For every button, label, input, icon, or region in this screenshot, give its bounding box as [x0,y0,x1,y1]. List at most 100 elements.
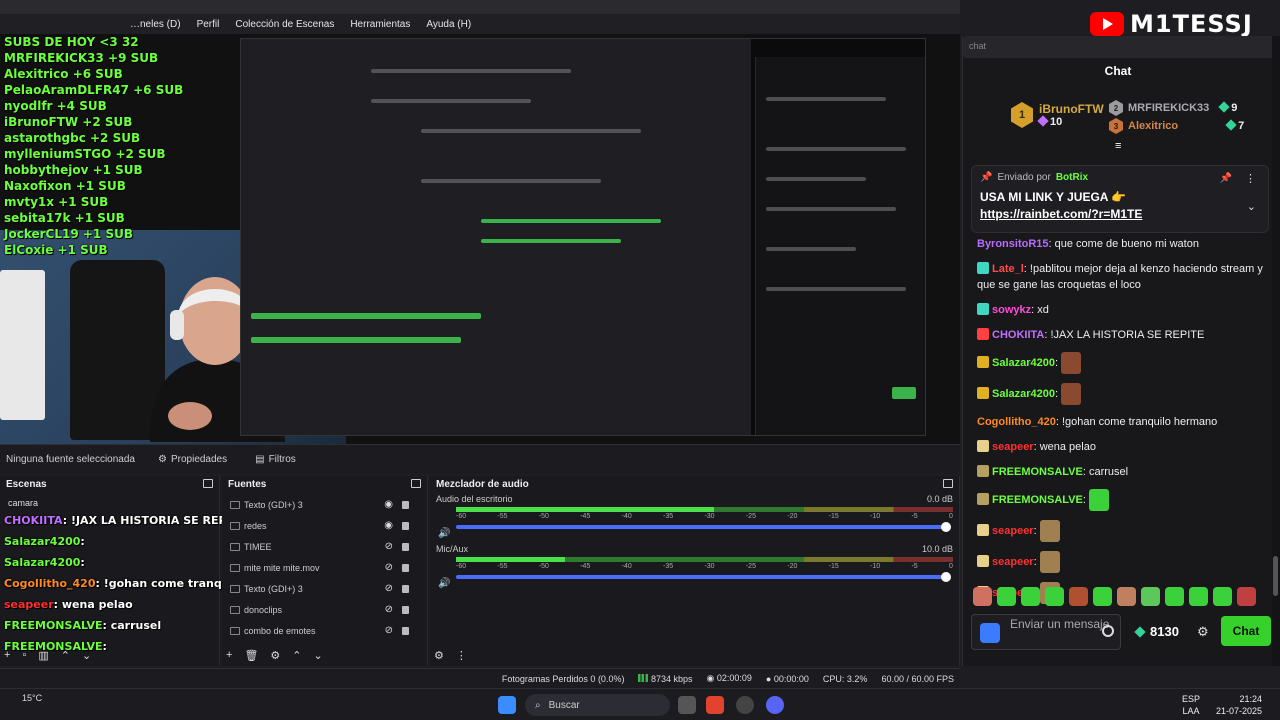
task-view-icon[interactable] [678,696,696,714]
leaderboard-third[interactable]: 3 Alexitrico 7 [1109,118,1244,134]
lock-icon[interactable] [402,500,409,509]
chat-username[interactable]: FREEMONSALVE [992,466,1083,478]
chat-username[interactable]: Cogollitho_420 [977,416,1056,428]
chat-username[interactable]: Salazar4200 [992,388,1055,400]
source-properties-icon[interactable]: ⚙ [270,649,280,662]
leaderboard-first[interactable]: 1 iBrunoFTW 10 [1011,102,1104,128]
obs-icon[interactable] [736,696,754,714]
visibility-eye-icon[interactable]: ⊘ [385,604,393,615]
chat-username[interactable]: Late_l [992,263,1024,275]
add-scene-icon[interactable]: + [4,649,10,662]
input-language[interactable]: ESP LAA [1182,693,1200,717]
chat-username[interactable]: seapeer [992,556,1034,568]
quick-emote-icon[interactable] [1213,587,1232,606]
discord-icon[interactable] [766,696,784,714]
unpin-icon[interactable]: 📌 [1220,173,1232,184]
volume-slider[interactable] [456,572,951,582]
expand-leaderboard-icon[interactable]: ≡ [1115,140,1121,152]
lock-icon[interactable] [402,521,409,530]
source-item[interactable]: TIMEE ⊘ [222,536,427,557]
scrollbar-thumb[interactable] [1273,556,1278,596]
quick-emote-icon[interactable] [1165,587,1184,606]
visibility-eye-icon[interactable]: ◉ [384,499,393,510]
remove-scene-icon[interactable]: ▫ [22,649,26,662]
windows-start-icon[interactable] [498,696,516,714]
mixer-settings-icon[interactable]: ⚙ [434,649,444,662]
scene-item-camara[interactable]: camara [0,494,219,512]
weather-widget[interactable]: 15°C [22,693,42,703]
scene-filters-icon[interactable]: ▥ [38,649,48,662]
chat-username[interactable]: seapeer [992,441,1034,453]
menu-item-canales[interactable]: …neles (D) [130,19,181,30]
remove-source-icon[interactable]: 🗑 [244,649,258,662]
menu-item-herramientas[interactable]: Herramientas [350,19,410,30]
visibility-eye-icon[interactable]: ⊘ [385,541,393,552]
speaker-icon[interactable]: 🔊 [438,578,450,589]
dock-undock-icon[interactable] [203,479,213,488]
speaker-icon[interactable]: 🔊 [438,528,450,539]
chevron-down-icon[interactable]: ⌄ [1247,200,1256,213]
volume-knob[interactable] [941,522,951,532]
dock-undock-icon[interactable] [943,479,953,488]
add-source-icon[interactable]: + [226,649,232,662]
quick-emote-icon[interactable] [1093,587,1112,606]
dock-undock-icon[interactable] [411,479,421,488]
chat-username[interactable]: ByronsitoR15 [977,238,1049,250]
leaderboard-second[interactable]: 2 MRFIREKICK33 9 [1109,100,1237,116]
source-item[interactable]: donoclips ⊘ [222,599,427,620]
source-down-icon[interactable]: ⌄ [314,649,323,662]
visibility-eye-icon[interactable]: ⊘ [385,583,393,594]
quick-emote-icon[interactable] [1189,587,1208,606]
chat-settings-icon[interactable]: ⚙ [1197,624,1209,640]
source-item[interactable]: Texto (GDI+) 3 ⊘ [222,578,427,599]
channel-points[interactable]: 8130 [1134,624,1179,639]
visibility-eye-icon[interactable]: ◉ [384,520,393,531]
quick-emote-icon[interactable] [1021,587,1040,606]
source-item[interactable]: redes ◉ [222,515,427,536]
lock-icon[interactable] [402,584,409,593]
lock-icon[interactable] [402,626,409,635]
chat-username[interactable]: FREEMONSALVE [992,494,1083,506]
menu-item-coleccion-escenas[interactable]: Colección de Escenas [235,19,334,30]
emote-picker-icon[interactable] [1102,625,1114,637]
source-item[interactable]: combo de emotes ⊘ [222,620,427,641]
chat-username[interactable]: sowykz [992,304,1031,316]
visibility-eye-icon[interactable]: ⊘ [385,625,393,636]
bits-icon[interactable] [980,623,1000,643]
quick-emote-icon[interactable] [1237,587,1256,606]
volume-slider[interactable] [456,522,951,532]
volume-knob[interactable] [941,572,951,582]
page-scrollbar[interactable] [1272,36,1280,666]
move-down-icon[interactable]: ⌄ [82,649,91,662]
move-up-icon[interactable]: ⌃ [61,649,70,662]
obs-preview[interactable]: SUBS DE HOY <3 32 MRFIREKICK33 +9 SUB Alex… [0,34,960,444]
brave-browser-icon[interactable] [706,696,724,714]
chat-username[interactable]: seapeer [992,525,1034,537]
quick-emote-icon[interactable] [1117,587,1136,606]
source-up-icon[interactable]: ⌃ [292,649,301,662]
chat-username[interactable]: CHOKIITA [992,329,1044,341]
quick-emote-icon[interactable] [1069,587,1088,606]
lock-icon[interactable] [402,563,409,572]
properties-button[interactable]: ⚙ Propiedades [152,452,233,467]
quick-emote-icon[interactable] [1045,587,1064,606]
chat-username[interactable]: Salazar4200 [992,357,1055,369]
source-item[interactable]: Texto (GDI+) 3 ◉ [222,494,427,515]
chat-search-input[interactable]: chat [963,36,1273,58]
lock-icon[interactable] [402,605,409,614]
mixer-menu-icon[interactable]: ⋮ [456,649,467,662]
pinned-message[interactable]: 📌 Enviado por BotRix USA MI LINK Y JUEGA… [971,165,1269,233]
chat-send-button[interactable]: Chat [1221,616,1271,646]
pinned-link[interactable]: https://rainbet.com/?r=M1TE [980,207,1260,221]
system-clock[interactable]: 21:24 21-07-2025 [1216,693,1262,717]
quick-emote-icon[interactable] [1141,587,1160,606]
quick-emote-icon[interactable] [973,587,992,606]
quick-emote-icon[interactable] [997,587,1016,606]
filters-button[interactable]: ▤ Filtros [249,452,302,467]
chat-message-input[interactable]: Enviar un mensaje [971,614,1121,650]
source-item[interactable]: mite mite mite.mov ⊘ [222,557,427,578]
visibility-eye-icon[interactable]: ⊘ [385,562,393,573]
more-options-icon[interactable]: ⋮ [1245,172,1256,185]
menu-item-ayuda[interactable]: Ayuda (H) [426,19,471,30]
menu-item-perfil[interactable]: Perfil [197,19,220,30]
